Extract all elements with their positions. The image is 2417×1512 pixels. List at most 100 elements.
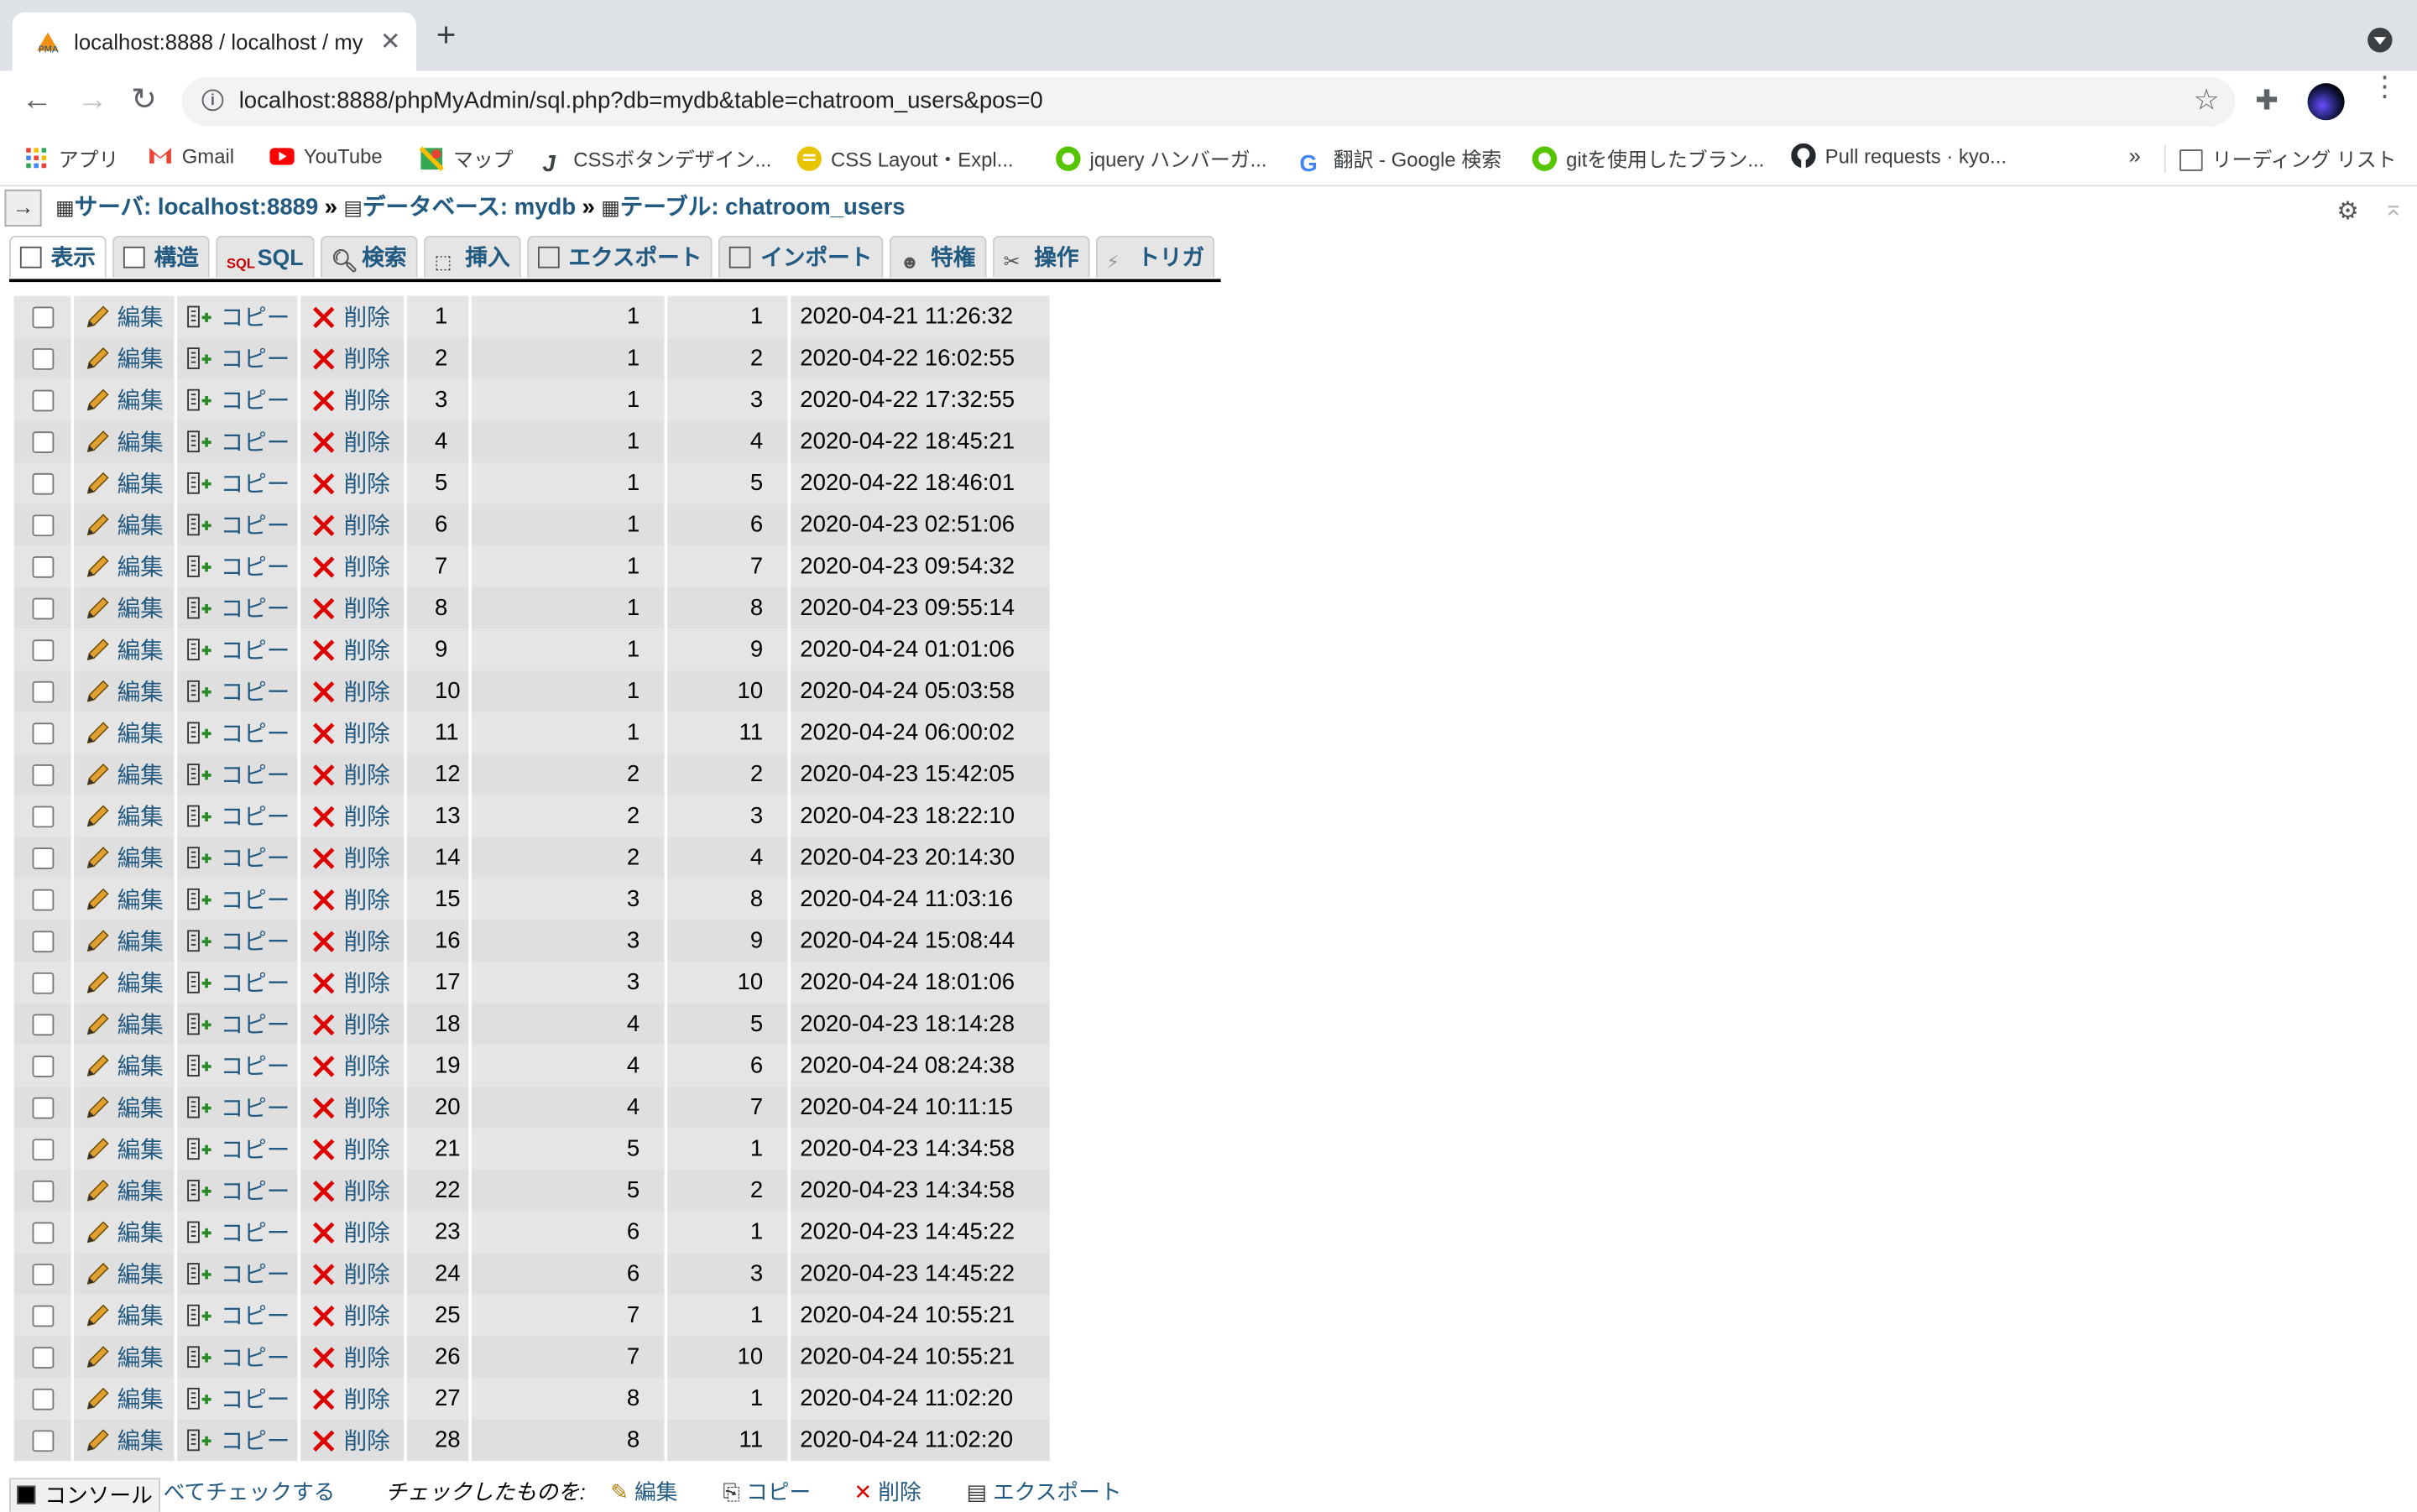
tab-triggers[interactable]: ⚡ トリガ bbox=[1095, 236, 1216, 278]
copy-link[interactable]: コピー bbox=[177, 1221, 290, 1247]
cell-participant-at[interactable]: 2020-04-23 18:22:10 bbox=[789, 795, 1053, 837]
cell-participant-at[interactable]: 2020-04-23 09:54:32 bbox=[789, 545, 1053, 587]
row-checkbox[interactable] bbox=[31, 806, 54, 828]
edit-link[interactable]: 編集 bbox=[74, 388, 164, 414]
bookmark-jquery[interactable]: jquery ハンバーガ... bbox=[1056, 143, 1267, 173]
cell-participant-at[interactable]: 2020-04-24 18:01:06 bbox=[789, 962, 1053, 1004]
row-checkbox[interactable] bbox=[31, 1056, 54, 1077]
delete-link[interactable]: 削除 bbox=[300, 1013, 390, 1039]
delete-link[interactable]: 削除 bbox=[300, 388, 390, 414]
cell-chat-room-id[interactable]: 8 bbox=[470, 1378, 668, 1420]
copy-link[interactable]: コピー bbox=[177, 555, 290, 581]
copy-link[interactable]: コピー bbox=[177, 1345, 290, 1372]
delete-link[interactable]: 削除 bbox=[300, 888, 390, 914]
tab-insert[interactable]: ⬚ 挿入 bbox=[423, 236, 521, 278]
cell-id[interactable]: 20 bbox=[405, 1086, 472, 1129]
cell-user-id[interactable]: 8 bbox=[666, 587, 791, 629]
cell-id[interactable]: 9 bbox=[405, 628, 472, 670]
nav-toggle-icon[interactable]: → bbox=[4, 189, 42, 227]
cell-participant-at[interactable]: 2020-04-23 14:45:22 bbox=[789, 1253, 1053, 1295]
cell-user-id[interactable]: 1 bbox=[666, 1211, 791, 1254]
copy-link[interactable]: コピー bbox=[177, 680, 290, 706]
cell-user-id[interactable]: 2 bbox=[666, 1170, 791, 1212]
tab-privileges[interactable]: ☻ 特権 bbox=[889, 236, 987, 278]
cell-user-id[interactable]: 1 bbox=[666, 1294, 791, 1337]
forward-icon[interactable]: → bbox=[77, 83, 108, 117]
edit-link[interactable]: 編集 bbox=[74, 888, 164, 914]
copy-link[interactable]: コピー bbox=[177, 472, 290, 498]
row-checkbox[interactable] bbox=[31, 764, 54, 786]
cell-chat-room-id[interactable]: 1 bbox=[470, 670, 668, 712]
cell-chat-room-id[interactable]: 3 bbox=[470, 878, 668, 920]
tab-browse[interactable]: 表示 bbox=[9, 236, 107, 278]
cell-participant-at[interactable]: 2020-04-24 11:03:16 bbox=[789, 878, 1053, 920]
edit-link[interactable]: 編集 bbox=[74, 347, 164, 373]
cell-chat-room-id[interactable]: 4 bbox=[470, 1086, 668, 1129]
copy-link[interactable]: コピー bbox=[177, 1304, 290, 1330]
row-checkbox[interactable] bbox=[31, 1347, 54, 1369]
row-checkbox[interactable] bbox=[31, 431, 54, 454]
bookmark-apps[interactable]: アプリ bbox=[24, 143, 118, 173]
cell-chat-room-id[interactable]: 1 bbox=[470, 545, 668, 587]
cell-id[interactable]: 24 bbox=[405, 1253, 472, 1295]
delete-link[interactable]: 削除 bbox=[300, 514, 390, 540]
row-checkbox[interactable] bbox=[31, 1305, 54, 1327]
cell-chat-room-id[interactable]: 3 bbox=[470, 920, 668, 962]
bookmark-git-branch[interactable]: gitを使用したブラン... bbox=[1532, 143, 1764, 173]
cell-chat-room-id[interactable]: 7 bbox=[470, 1294, 668, 1337]
delete-link[interactable]: 削除 bbox=[300, 1304, 390, 1330]
bookmark-css-layout[interactable]: CSS Layout・Expl... bbox=[796, 143, 1014, 173]
cell-id[interactable]: 21 bbox=[405, 1128, 472, 1170]
cell-user-id[interactable]: 6 bbox=[666, 503, 791, 546]
delete-link[interactable]: 削除 bbox=[300, 1262, 390, 1288]
cell-id[interactable]: 8 bbox=[405, 587, 472, 629]
edit-link[interactable]: 編集 bbox=[74, 638, 164, 665]
cell-id[interactable]: 27 bbox=[405, 1378, 472, 1420]
delete-link[interactable]: 削除 bbox=[300, 1221, 390, 1247]
copy-link[interactable]: コピー bbox=[177, 722, 290, 748]
reading-list[interactable]: リーディング リスト bbox=[2179, 143, 2397, 173]
cell-id[interactable]: 4 bbox=[405, 420, 472, 463]
edit-link[interactable]: 編集 bbox=[74, 805, 164, 831]
cell-id[interactable]: 22 bbox=[405, 1170, 472, 1212]
cell-chat-room-id[interactable]: 2 bbox=[470, 795, 668, 837]
edit-link[interactable]: 編集 bbox=[74, 680, 164, 706]
cell-chat-room-id[interactable]: 2 bbox=[470, 837, 668, 879]
cell-id[interactable]: 12 bbox=[405, 753, 472, 795]
url-text[interactable]: localhost:8888/phpMyAdmin/sql.php?db=myd… bbox=[239, 88, 1043, 114]
row-checkbox[interactable] bbox=[31, 972, 54, 994]
delete-link[interactable]: 削除 bbox=[300, 971, 390, 997]
edit-link[interactable]: 編集 bbox=[74, 1221, 164, 1247]
bookmark-star-icon[interactable]: ☆ bbox=[2194, 83, 2220, 118]
cell-chat-room-id[interactable]: 6 bbox=[470, 1253, 668, 1295]
edit-link[interactable]: 編集 bbox=[74, 971, 164, 997]
cell-chat-room-id[interactable]: 4 bbox=[470, 1003, 668, 1045]
cell-chat-room-id[interactable]: 1 bbox=[470, 420, 668, 463]
delete-link[interactable]: 削除 bbox=[300, 722, 390, 748]
cell-chat-room-id[interactable]: 1 bbox=[470, 295, 668, 338]
cell-user-id[interactable]: 7 bbox=[666, 545, 791, 587]
delete-link[interactable]: 削除 bbox=[300, 1137, 390, 1164]
cell-chat-room-id[interactable]: 8 bbox=[470, 1419, 668, 1462]
cell-chat-room-id[interactable]: 1 bbox=[470, 628, 668, 670]
cell-chat-room-id[interactable]: 2 bbox=[470, 753, 668, 795]
cell-participant-at[interactable]: 2020-04-24 01:01:06 bbox=[789, 628, 1053, 670]
address-bar[interactable]: i localhost:8888/phpMyAdmin/sql.php?db=m… bbox=[181, 76, 2236, 127]
copy-link[interactable]: コピー bbox=[177, 638, 290, 665]
copy-link[interactable]: コピー bbox=[177, 305, 290, 331]
cell-participant-at[interactable]: 2020-04-23 14:45:22 bbox=[789, 1211, 1053, 1254]
row-checkbox[interactable] bbox=[31, 639, 54, 662]
cell-user-id[interactable]: 4 bbox=[666, 420, 791, 463]
copy-link[interactable]: コピー bbox=[177, 1429, 290, 1455]
cell-id[interactable]: 26 bbox=[405, 1336, 472, 1379]
copy-link[interactable]: コピー bbox=[177, 930, 290, 956]
edit-link[interactable]: 編集 bbox=[74, 1054, 164, 1081]
cell-participant-at[interactable]: 2020-04-24 11:02:20 bbox=[789, 1419, 1053, 1462]
copy-link[interactable]: コピー bbox=[177, 1013, 290, 1039]
cell-participant-at[interactable]: 2020-04-23 14:34:58 bbox=[789, 1170, 1053, 1212]
new-tab-icon[interactable]: + bbox=[436, 18, 457, 52]
back-icon[interactable]: ← bbox=[22, 83, 53, 117]
cell-user-id[interactable]: 11 bbox=[666, 712, 791, 754]
cell-id[interactable]: 10 bbox=[405, 670, 472, 712]
cell-participant-at[interactable]: 2020-04-21 11:26:32 bbox=[789, 295, 1053, 338]
